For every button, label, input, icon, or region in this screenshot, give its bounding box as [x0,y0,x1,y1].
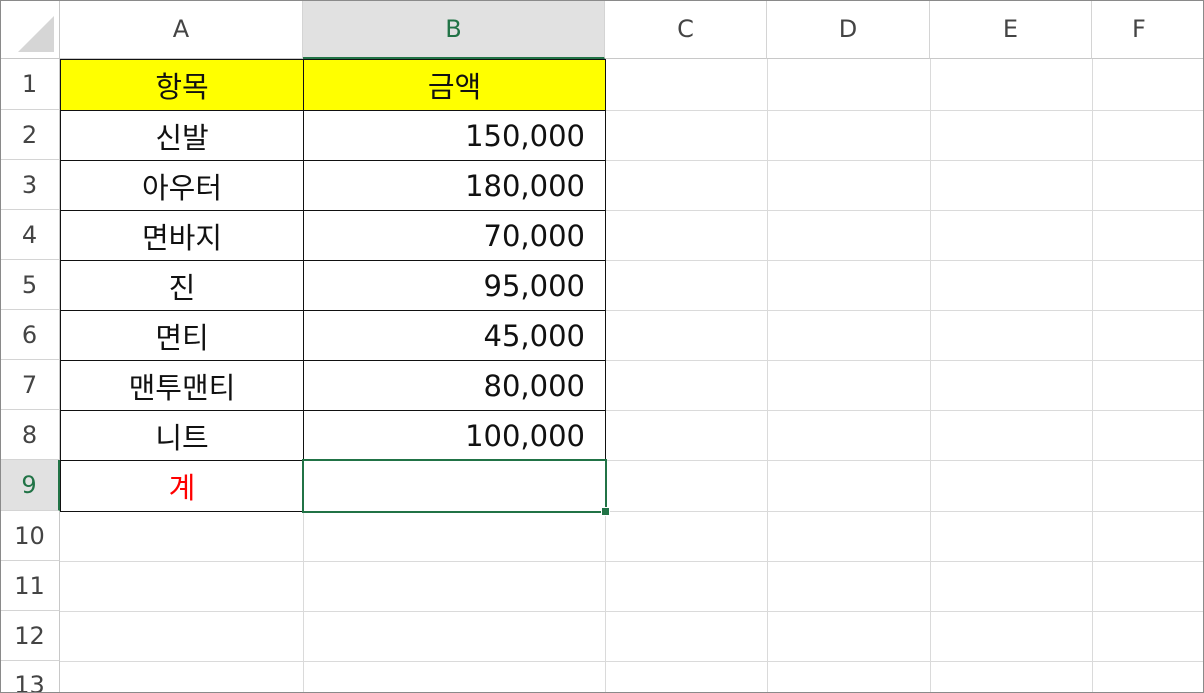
row-header-4[interactable]: 4 [0,210,60,260]
row-header-10[interactable]: 10 [0,511,60,561]
column-header-e[interactable]: E [930,0,1092,59]
row-header-5[interactable]: 5 [0,260,60,310]
cell-amount[interactable]: 100,000 [303,410,606,461]
cell-amount[interactable]: 70,000 [303,210,606,261]
row-header-6[interactable]: 6 [0,310,60,360]
select-all-corner[interactable] [0,0,60,59]
column-header-f[interactable]: F [1092,0,1204,59]
cell-b1-header-amount[interactable]: 금액 [303,59,606,111]
cell-amount[interactable]: 180,000 [303,160,606,211]
spreadsheet: A B C D E F 1 2 3 4 5 6 7 8 9 10 11 12 1… [0,0,1204,693]
row-header-7[interactable]: 7 [0,360,60,410]
gridline [767,59,768,693]
cell-item[interactable]: 신발 [60,110,304,161]
column-header-c[interactable]: C [605,0,767,59]
column-header-a[interactable]: A [60,0,303,59]
cell-amount[interactable]: 150,000 [303,110,606,161]
row-header-2[interactable]: 2 [0,110,60,160]
cell-a1-header-item[interactable]: 항목 [60,59,304,111]
row-header-12[interactable]: 12 [0,611,60,661]
active-cell-selection[interactable] [302,459,607,513]
cell-item[interactable]: 면티 [60,310,304,361]
select-all-triangle-icon [18,16,54,52]
row-header-11[interactable]: 11 [0,561,60,611]
gridline [60,611,1204,612]
cell-amount[interactable]: 95,000 [303,260,606,311]
gridline [60,561,1204,562]
cell-item[interactable]: 진 [60,260,304,311]
column-header-b[interactable]: B [303,0,605,59]
row-header-1[interactable]: 1 [0,59,60,110]
cell-item[interactable]: 니트 [60,410,304,461]
row-header-13[interactable]: 13 [0,661,60,693]
gridline [1092,59,1093,693]
column-header-d[interactable]: D [767,0,930,59]
row-header-8[interactable]: 8 [0,410,60,460]
cell-a9-total-label[interactable]: 계 [60,460,304,512]
fill-handle[interactable] [601,507,610,516]
row-header-3[interactable]: 3 [0,160,60,210]
cell-amount[interactable]: 45,000 [303,310,606,361]
cell-amount[interactable]: 80,000 [303,360,606,411]
gridline [930,59,931,693]
cell-item[interactable]: 면바지 [60,210,304,261]
row-header-9[interactable]: 9 [0,460,60,511]
cell-item[interactable]: 아우터 [60,160,304,211]
gridline [60,661,1204,662]
cell-item[interactable]: 맨투맨티 [60,360,304,411]
